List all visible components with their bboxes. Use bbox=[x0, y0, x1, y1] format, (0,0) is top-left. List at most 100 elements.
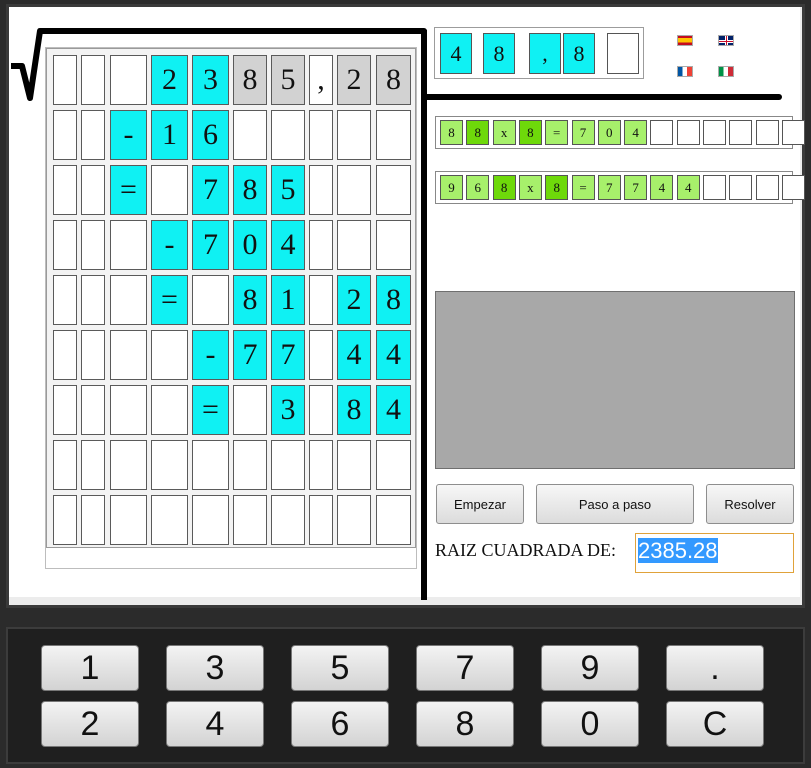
grid-cell bbox=[376, 110, 411, 160]
grid-cell bbox=[81, 440, 105, 490]
key-decimal[interactable]: . bbox=[666, 645, 764, 691]
grid-cell: 3 bbox=[192, 55, 229, 105]
grid-cell: 7 bbox=[192, 165, 229, 215]
solve-button[interactable]: Resolver bbox=[706, 484, 794, 524]
grid-cell: 4 bbox=[376, 385, 411, 435]
input-value: 2385.28 bbox=[638, 538, 718, 563]
grid-cell bbox=[110, 330, 147, 380]
key-5[interactable]: 5 bbox=[291, 645, 389, 691]
equation-cell: 4 bbox=[624, 120, 648, 145]
key-1[interactable]: 1 bbox=[41, 645, 139, 691]
grid-cell: 4 bbox=[376, 330, 411, 380]
result-digit: 4 bbox=[440, 33, 472, 74]
grid-cell bbox=[110, 55, 147, 105]
grid-cell bbox=[53, 330, 77, 380]
italy-flag-icon[interactable] bbox=[718, 66, 734, 77]
grid-cell bbox=[110, 495, 147, 545]
digit-grid: 2 3 8 5, 2 8-1 6 = 7 8 5-7 0 4 = 8 1 2 8-7 7 4 4 = 3 8 4 bbox=[46, 48, 416, 548]
equation-cell: 8 bbox=[466, 120, 490, 145]
equation-row-2: 9 6 8 x 8 = 7 7 4 4 bbox=[435, 171, 805, 204]
equation-cell: 4 bbox=[650, 175, 674, 200]
input-label: RAIZ CUADRADA DE: bbox=[435, 540, 617, 560]
grid-cell: 5 bbox=[271, 165, 305, 215]
grid-cell: 7 bbox=[233, 330, 267, 380]
key-9[interactable]: 9 bbox=[541, 645, 639, 691]
start-button[interactable]: Empezar bbox=[436, 484, 524, 524]
grid-cell bbox=[309, 330, 333, 380]
grid-cell bbox=[110, 385, 147, 435]
equation-cell: x bbox=[518, 175, 542, 200]
equation-cell bbox=[755, 175, 779, 200]
grid-cell: 8 bbox=[376, 275, 411, 325]
key-4[interactable]: 4 bbox=[166, 701, 264, 747]
grid-cell: 3 bbox=[271, 385, 305, 435]
grid-cell bbox=[151, 495, 188, 545]
grid-cell bbox=[192, 440, 229, 490]
uk-flag-icon[interactable] bbox=[718, 35, 734, 46]
grid-cell bbox=[309, 165, 333, 215]
grid-cell: 4 bbox=[337, 330, 371, 380]
grid-cell bbox=[110, 275, 147, 325]
result-digit bbox=[607, 33, 639, 74]
equation-cell: 8 bbox=[545, 175, 569, 200]
grid-cell: 0 bbox=[233, 220, 267, 270]
grid-cell bbox=[233, 110, 267, 160]
grid-cell bbox=[337, 110, 371, 160]
equation-cell: 6 bbox=[466, 175, 490, 200]
equation-cell bbox=[703, 175, 726, 200]
grid-cell bbox=[81, 165, 105, 215]
grid-cell: , bbox=[309, 55, 333, 105]
grid-cell bbox=[53, 385, 77, 435]
france-flag-icon[interactable] bbox=[677, 66, 693, 77]
key-0[interactable]: 0 bbox=[541, 701, 639, 747]
grid-cell bbox=[337, 495, 371, 545]
grid-cell: 8 bbox=[337, 385, 371, 435]
grid-cell bbox=[81, 385, 105, 435]
grid-cell: - bbox=[110, 110, 147, 160]
equation-cell bbox=[781, 175, 805, 200]
equation-cell: 8 bbox=[492, 175, 516, 200]
grid-cell bbox=[151, 440, 188, 490]
grid-cell bbox=[151, 330, 188, 380]
grid-cell bbox=[376, 165, 411, 215]
key-3[interactable]: 3 bbox=[166, 645, 264, 691]
equation-cell: x bbox=[492, 120, 516, 145]
key-2[interactable]: 2 bbox=[41, 701, 139, 747]
grid-cell bbox=[309, 385, 333, 435]
grid-cell: = bbox=[151, 275, 188, 325]
grid-cell: 8 bbox=[233, 165, 267, 215]
grid-cell bbox=[271, 495, 305, 545]
step-by-step-button[interactable]: Paso a paso bbox=[536, 484, 694, 524]
equation-cell bbox=[755, 120, 779, 145]
equation-cell: 7 bbox=[571, 120, 595, 145]
grid-cell bbox=[192, 275, 229, 325]
grid-cell bbox=[271, 110, 305, 160]
key-8[interactable]: 8 bbox=[416, 701, 514, 747]
grid-cell bbox=[53, 110, 77, 160]
grid-cell: 1 bbox=[271, 275, 305, 325]
equation-cell: 7 bbox=[624, 175, 648, 200]
result-digit: 8 bbox=[563, 33, 595, 74]
grid-cell: 8 bbox=[233, 55, 267, 105]
key-clear[interactable]: C bbox=[666, 701, 764, 747]
spain-flag-icon[interactable] bbox=[677, 35, 693, 46]
grid-cell bbox=[233, 440, 267, 490]
grid-cell bbox=[376, 220, 411, 270]
grid-cell: 7 bbox=[192, 220, 229, 270]
grid-cell bbox=[81, 220, 105, 270]
key-6[interactable]: 6 bbox=[291, 701, 389, 747]
number-input[interactable]: 2385.28 bbox=[635, 533, 794, 573]
grid-cell bbox=[53, 165, 77, 215]
grid-cell bbox=[81, 110, 105, 160]
key-7[interactable]: 7 bbox=[416, 645, 514, 691]
result-digit: , bbox=[529, 33, 561, 74]
result-display: 48,8 bbox=[434, 27, 644, 79]
grid-cell: 4 bbox=[271, 220, 305, 270]
grid-cell: - bbox=[151, 220, 188, 270]
equation-cell: 7 bbox=[597, 175, 621, 200]
grid-cell bbox=[81, 495, 105, 545]
grid-cell bbox=[81, 330, 105, 380]
equation-cell: = bbox=[545, 120, 569, 145]
grid-cell: = bbox=[110, 165, 147, 215]
grid-cell bbox=[53, 275, 77, 325]
